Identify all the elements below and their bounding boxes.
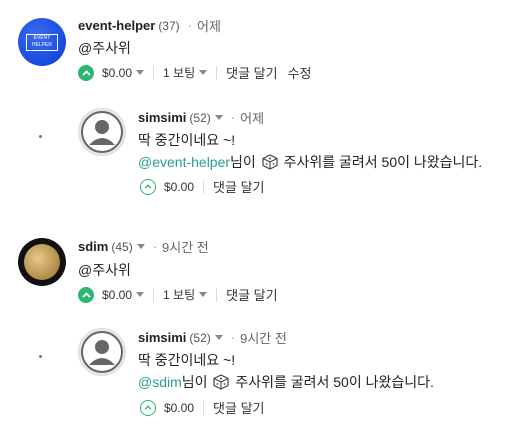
dice-result-message: @sdim님이 주사위를 굴려서 50이 나왔습니다. bbox=[138, 372, 434, 392]
caret-down-icon[interactable] bbox=[136, 292, 145, 297]
comment-header: simsimi (52) · 9시간 전 bbox=[138, 328, 287, 347]
separator-dot: · bbox=[230, 110, 236, 125]
dice-result-message: @event-helper님이 주사위를 굴려서 50이 나왔습니다. bbox=[138, 152, 482, 172]
avatar[interactable] bbox=[78, 328, 126, 376]
reply-link[interactable]: 댓글 달기 bbox=[213, 398, 264, 417]
reputation: (45) bbox=[111, 239, 133, 254]
author-name[interactable]: event-helper bbox=[78, 18, 155, 33]
caret-down-icon[interactable] bbox=[199, 292, 208, 297]
author-name[interactable]: sdim bbox=[78, 239, 108, 254]
message-text: 님이 bbox=[181, 374, 208, 390]
caret-down-icon[interactable] bbox=[136, 244, 145, 249]
dice-icon bbox=[213, 374, 230, 390]
separator-dot: · bbox=[152, 239, 158, 254]
caret-down-icon[interactable] bbox=[214, 335, 223, 340]
chevron-up-icon bbox=[81, 291, 91, 298]
timestamp[interactable]: 9시간 전 bbox=[240, 328, 287, 347]
comment-actions: $0.00 댓글 달기 bbox=[140, 177, 264, 196]
divider bbox=[153, 65, 155, 80]
upvote-button[interactable] bbox=[140, 178, 156, 195]
chevron-up-icon bbox=[144, 184, 152, 189]
chevron-up-icon bbox=[81, 69, 91, 76]
payout-amount[interactable]: $0.00 bbox=[102, 288, 132, 302]
reputation: (52) bbox=[189, 330, 211, 345]
comment-actions: $0.00 1 보팅 댓글 달기 수정 bbox=[78, 63, 312, 82]
message-text: 님이 bbox=[230, 154, 256, 170]
caret-down-icon[interactable] bbox=[199, 70, 208, 75]
comment-actions: $0.00 댓글 달기 bbox=[140, 398, 264, 417]
mention-link[interactable]: @event-helper bbox=[138, 154, 230, 170]
comment-body: @주사위 bbox=[78, 40, 131, 56]
reply-link[interactable]: 댓글 달기 bbox=[226, 63, 277, 82]
vote-count[interactable]: 1 보팅 bbox=[163, 286, 195, 303]
default-avatar-icon bbox=[81, 111, 123, 153]
dice-icon bbox=[262, 154, 278, 170]
bullet-marker bbox=[39, 355, 42, 358]
upvote-button[interactable] bbox=[140, 399, 156, 416]
avatar[interactable]: EVENT HELPER bbox=[18, 18, 66, 66]
reputation: (37) bbox=[158, 18, 180, 33]
timestamp[interactable]: 9시간 전 bbox=[162, 237, 209, 256]
mention-link[interactable]: @sdim bbox=[138, 374, 182, 390]
timestamp[interactable]: 어제 bbox=[197, 16, 221, 35]
comment-header: event-helper (37) · 어제 bbox=[78, 16, 221, 35]
caret-down-icon[interactable] bbox=[214, 115, 223, 120]
separator-dot: · bbox=[187, 18, 192, 33]
message-text: 주사위를 굴려서 50이 나왔습니다. bbox=[283, 154, 483, 170]
payout-amount[interactable]: $0.00 bbox=[164, 401, 194, 415]
caret-down-icon[interactable] bbox=[136, 70, 145, 75]
separator-dot: · bbox=[230, 330, 236, 345]
chevron-up-icon bbox=[144, 405, 152, 410]
upvote-button[interactable] bbox=[78, 286, 94, 303]
comment-body: @주사위 bbox=[78, 262, 131, 278]
comment-header: simsimi (52) · 어제 bbox=[138, 108, 264, 127]
payout-amount[interactable]: $0.00 bbox=[164, 180, 194, 194]
moon-image bbox=[24, 244, 60, 280]
reply-link[interactable]: 댓글 달기 bbox=[226, 285, 277, 304]
divider bbox=[153, 287, 155, 302]
edit-link[interactable]: 수정 bbox=[288, 63, 312, 82]
divider bbox=[216, 287, 218, 302]
payout-amount[interactable]: $0.00 bbox=[102, 66, 132, 80]
message-text: 주사위를 굴려서 50이 나왔습니다. bbox=[235, 374, 434, 390]
comment-actions: $0.00 1 보팅 댓글 달기 bbox=[78, 285, 278, 304]
vote-count[interactable]: 1 보팅 bbox=[163, 64, 195, 81]
comment-header: sdim (45) · 9시간 전 bbox=[78, 237, 209, 256]
divider bbox=[216, 65, 218, 80]
author-name[interactable]: simsimi bbox=[138, 110, 186, 125]
default-avatar-icon bbox=[81, 331, 123, 373]
avatar[interactable] bbox=[18, 238, 66, 286]
comment-body: 딱 중간이네요 ~! bbox=[138, 352, 236, 368]
divider bbox=[203, 400, 205, 415]
upvote-button[interactable] bbox=[78, 64, 94, 81]
divider bbox=[203, 179, 205, 194]
bullet-marker bbox=[39, 135, 42, 138]
reply-link[interactable]: 댓글 달기 bbox=[213, 177, 264, 196]
author-name[interactable]: simsimi bbox=[138, 330, 186, 345]
avatar[interactable] bbox=[78, 108, 126, 156]
reputation: (52) bbox=[189, 110, 211, 125]
timestamp[interactable]: 어제 bbox=[240, 108, 264, 127]
avatar-logo-text: EVENT HELPER bbox=[26, 34, 58, 51]
comment-body: 딱 중간이네요 ~! bbox=[138, 132, 236, 148]
